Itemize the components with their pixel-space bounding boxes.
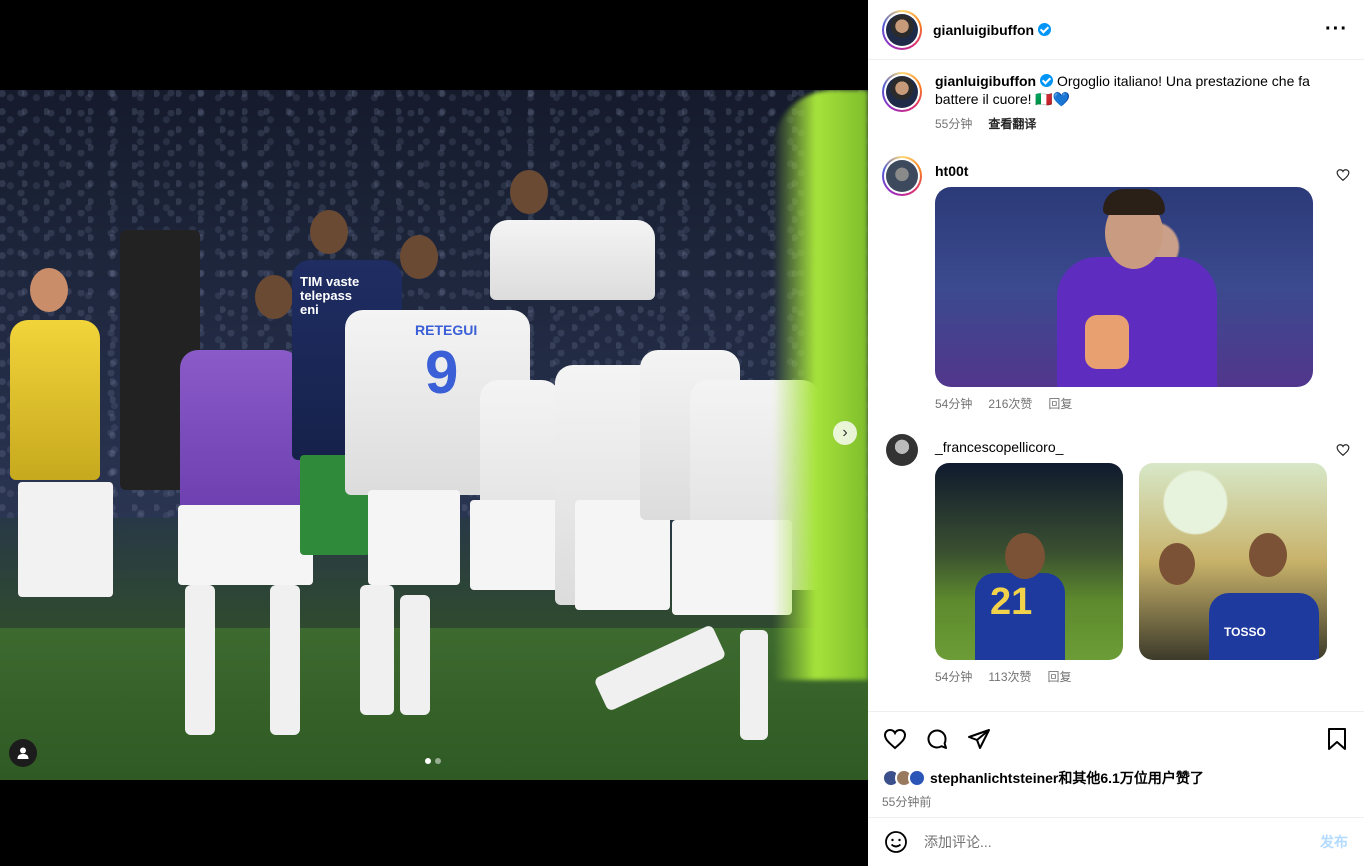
save-button[interactable] bbox=[1324, 726, 1350, 752]
post-photo: TIM vaste telepass eni RETEGUI 9 bbox=[0, 90, 868, 780]
reply-button[interactable]: 回复 bbox=[1048, 668, 1072, 686]
jersey-name: RETEGUI bbox=[415, 322, 478, 338]
comment-input[interactable] bbox=[924, 834, 1320, 850]
comment-images: 21 TOSSO bbox=[935, 463, 1350, 660]
see-translation-link[interactable]: 查看翻译 bbox=[988, 115, 1036, 133]
chevron-right-icon: › bbox=[842, 424, 848, 441]
likes-summary[interactable]: stephanlichtsteiner和其他6.1万位用户赞了 bbox=[882, 768, 1350, 788]
add-comment-bar: 发布 bbox=[868, 817, 1364, 866]
caption-time: 55分钟 bbox=[935, 117, 973, 131]
bookmark-icon bbox=[1328, 728, 1346, 750]
like-button[interactable] bbox=[882, 726, 908, 752]
comment-bubble-icon bbox=[927, 729, 947, 749]
post-media: TIM vaste telepass eni RETEGUI 9 › bbox=[0, 0, 868, 866]
comment-like-count[interactable]: 113次赞 bbox=[988, 668, 1031, 686]
carousel-dot bbox=[435, 758, 441, 764]
commenter-avatar[interactable] bbox=[882, 156, 922, 196]
commenter-avatar[interactable] bbox=[886, 434, 926, 474]
heart-icon bbox=[883, 728, 907, 750]
referee-blur bbox=[773, 90, 868, 680]
emoji-icon[interactable] bbox=[884, 830, 908, 854]
caption-avatar[interactable] bbox=[882, 72, 922, 112]
like-comment-icon[interactable] bbox=[1336, 168, 1350, 182]
comment-time: 54分钟 bbox=[935, 670, 973, 684]
post-comment-button[interactable]: 发布 bbox=[1320, 832, 1348, 852]
liker-avatars bbox=[882, 769, 926, 787]
author-avatar[interactable] bbox=[882, 9, 922, 50]
verified-badge-icon bbox=[1040, 74, 1054, 87]
comment-like-count[interactable]: 216次赞 bbox=[988, 395, 1032, 413]
send-icon bbox=[968, 729, 990, 749]
post-actions: stephanlichtsteiner和其他6.1万位用户赞了 55分钟前 bbox=[868, 711, 1364, 817]
post-timestamp: 55分钟前 bbox=[882, 795, 932, 809]
reply-button[interactable]: 回复 bbox=[1048, 395, 1072, 413]
comment-time: 54分钟 bbox=[935, 397, 973, 411]
author-username[interactable]: gianluigibuffon bbox=[933, 22, 1034, 38]
verified-badge-icon bbox=[1038, 23, 1052, 36]
jersey-number: 9 bbox=[425, 339, 459, 406]
carousel-next-button[interactable]: › bbox=[833, 421, 857, 445]
comment-button[interactable] bbox=[924, 726, 950, 752]
more-options-icon[interactable]: ··· bbox=[1325, 18, 1348, 41]
like-comment-icon[interactable] bbox=[1336, 443, 1350, 457]
share-button[interactable] bbox=[966, 726, 992, 752]
carousel-indicator bbox=[425, 758, 441, 764]
commenter-username[interactable]: ht00t bbox=[935, 162, 1350, 180]
commenter-username[interactable]: _francescopellicoro_ bbox=[935, 438, 1350, 456]
user-icon bbox=[17, 747, 29, 759]
carousel-dot bbox=[425, 758, 431, 764]
twin-jersey-name: TOSSO bbox=[1224, 625, 1266, 639]
comments-list[interactable]: gianluigibuffon Orgoglio italiano! Una p… bbox=[868, 60, 1364, 711]
post-panel: gianluigibuffon ··· gianluigibuffon Orgo… bbox=[868, 0, 1364, 866]
comment-image[interactable]: TOSSO bbox=[1139, 463, 1327, 660]
post-header: gianluigibuffon ··· bbox=[868, 0, 1364, 60]
comment-image[interactable] bbox=[935, 187, 1313, 387]
comment-image[interactable]: 21 bbox=[935, 463, 1123, 660]
twin-jersey-number: 21 bbox=[990, 581, 1033, 623]
tagged-users-button[interactable] bbox=[9, 739, 37, 767]
avatar bbox=[908, 769, 926, 787]
likes-text: stephanlichtsteiner和其他6.1万位用户赞了 bbox=[930, 770, 1204, 786]
caption-username[interactable]: gianluigibuffon bbox=[935, 73, 1036, 89]
comment-item: ht00t 54分钟 216次赞 回复 bbox=[882, 156, 1350, 416]
comment-item: _francescopellicoro_ 21 TOSSO 54分钟 113次赞… bbox=[882, 434, 1350, 694]
